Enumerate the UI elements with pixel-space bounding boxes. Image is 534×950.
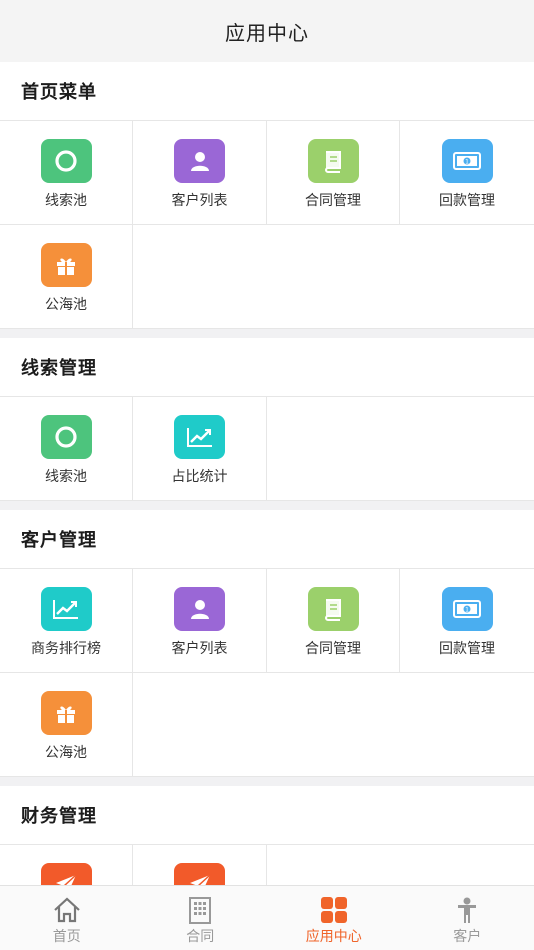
tab-home[interactable]: 首页 bbox=[0, 886, 134, 950]
app-item-lead-pool[interactable]: 线索池 bbox=[0, 397, 133, 501]
app-item-label: 回款管理 bbox=[439, 641, 495, 657]
app-grid: 线索池 客户列表 合同管理 1 回款管理 公海池 bbox=[0, 120, 534, 329]
top-navigation-bar: 应用中心 bbox=[0, 0, 534, 62]
empty-cell bbox=[133, 673, 267, 777]
tab-label: 首页 bbox=[52, 929, 81, 945]
gift-icon bbox=[40, 243, 92, 287]
app-item-label: 占比统计 bbox=[171, 469, 228, 485]
app-item-label: 公海池 bbox=[45, 745, 87, 761]
empty-cell bbox=[400, 845, 534, 885]
app-item-label: 合同管理 bbox=[305, 193, 361, 209]
section-title: 客户管理 bbox=[21, 530, 97, 551]
app-item-label: 公海池 bbox=[45, 297, 87, 313]
tab-label: 合同 bbox=[186, 929, 215, 945]
empty-cell bbox=[267, 845, 400, 885]
tab-label: 应用中心 bbox=[305, 929, 362, 945]
book-icon bbox=[307, 139, 359, 183]
section-lead-management: 线索管理 线索池 占比统计 bbox=[0, 338, 534, 501]
gift-icon bbox=[40, 691, 92, 735]
bottom-tab-bar: 首页 合同 应用中心 客户 bbox=[0, 885, 534, 950]
section-home-menu: 首页菜单 线索池 客户列表 合同管理 1 回款管理 公海池 bbox=[0, 62, 534, 329]
app-item-contract-management[interactable]: 合同管理 bbox=[267, 569, 400, 673]
section-title: 线索管理 bbox=[21, 358, 97, 379]
user-icon bbox=[174, 139, 225, 183]
app-item-finance-2[interactable] bbox=[133, 845, 267, 885]
section-title: 财务管理 bbox=[21, 806, 97, 827]
app-grid: 商务排行榜 客户列表 合同管理 1 回款管理 公海池 bbox=[0, 568, 534, 777]
apps-grid-icon bbox=[320, 897, 347, 923]
empty-cell bbox=[400, 673, 534, 777]
empty-cell bbox=[267, 673, 400, 777]
trend-chart-icon bbox=[174, 415, 225, 459]
section-customer-management: 客户管理 商务排行榜 客户列表 合同管理 1 回款管理 公海池 bbox=[0, 510, 534, 777]
empty-cell bbox=[133, 225, 267, 329]
building-icon bbox=[189, 897, 212, 924]
empty-cell bbox=[400, 397, 534, 501]
app-grid bbox=[0, 844, 534, 885]
tab-app-center[interactable]: 应用中心 bbox=[267, 886, 401, 950]
tab-customer[interactable]: 客户 bbox=[401, 886, 534, 950]
money-icon: 1 bbox=[441, 587, 493, 631]
page-title: 应用中心 bbox=[225, 20, 309, 45]
app-item-business-ranking[interactable]: 商务排行榜 bbox=[0, 569, 133, 673]
app-item-ratio-stats[interactable]: 占比统计 bbox=[133, 397, 267, 501]
app-item-public-pool[interactable]: 公海池 bbox=[0, 673, 133, 777]
svg-text:1: 1 bbox=[465, 159, 469, 166]
app-item-label: 合同管理 bbox=[305, 641, 361, 657]
app-item-label: 线索池 bbox=[45, 469, 87, 485]
book-icon bbox=[307, 587, 359, 631]
section-title: 首页菜单 bbox=[21, 82, 97, 103]
app-item-finance-1[interactable] bbox=[0, 845, 133, 885]
trend-chart-icon bbox=[40, 587, 92, 631]
section-finance-management: 财务管理 bbox=[0, 786, 534, 885]
empty-cell bbox=[400, 225, 534, 329]
empty-cell bbox=[267, 225, 400, 329]
app-item-contract-management[interactable]: 合同管理 bbox=[267, 121, 400, 225]
app-item-customer-list[interactable]: 客户列表 bbox=[133, 569, 267, 673]
home-icon bbox=[54, 897, 80, 923]
app-item-lead-pool[interactable]: 线索池 bbox=[0, 121, 133, 225]
empty-cell bbox=[267, 397, 400, 501]
svg-text:1: 1 bbox=[465, 607, 469, 614]
app-item-public-pool[interactable]: 公海池 bbox=[0, 225, 133, 329]
app-item-payment-management[interactable]: 1 回款管理 bbox=[400, 569, 534, 673]
tab-label: 客户 bbox=[453, 929, 482, 945]
money-icon: 1 bbox=[441, 139, 493, 183]
circle-icon bbox=[40, 139, 92, 183]
app-grid: 线索池 占比统计 bbox=[0, 396, 534, 501]
app-item-label: 商务排行榜 bbox=[31, 641, 101, 657]
app-center-content[interactable]: 首页菜单 线索池 客户列表 合同管理 1 回款管理 公海池 线索管理 线索池 占… bbox=[0, 62, 534, 885]
paper-plane-icon bbox=[40, 863, 92, 885]
app-item-payment-management[interactable]: 1 回款管理 bbox=[400, 121, 534, 225]
user-icon bbox=[174, 587, 225, 631]
person-icon bbox=[458, 897, 477, 923]
app-item-label: 线索池 bbox=[45, 193, 87, 209]
app-item-customer-list[interactable]: 客户列表 bbox=[133, 121, 267, 225]
tab-contract[interactable]: 合同 bbox=[134, 886, 268, 950]
app-item-label: 回款管理 bbox=[439, 193, 495, 209]
paper-plane-icon bbox=[174, 863, 225, 885]
app-item-label: 客户列表 bbox=[171, 193, 228, 209]
app-item-label: 客户列表 bbox=[171, 641, 228, 657]
circle-icon bbox=[40, 415, 92, 459]
